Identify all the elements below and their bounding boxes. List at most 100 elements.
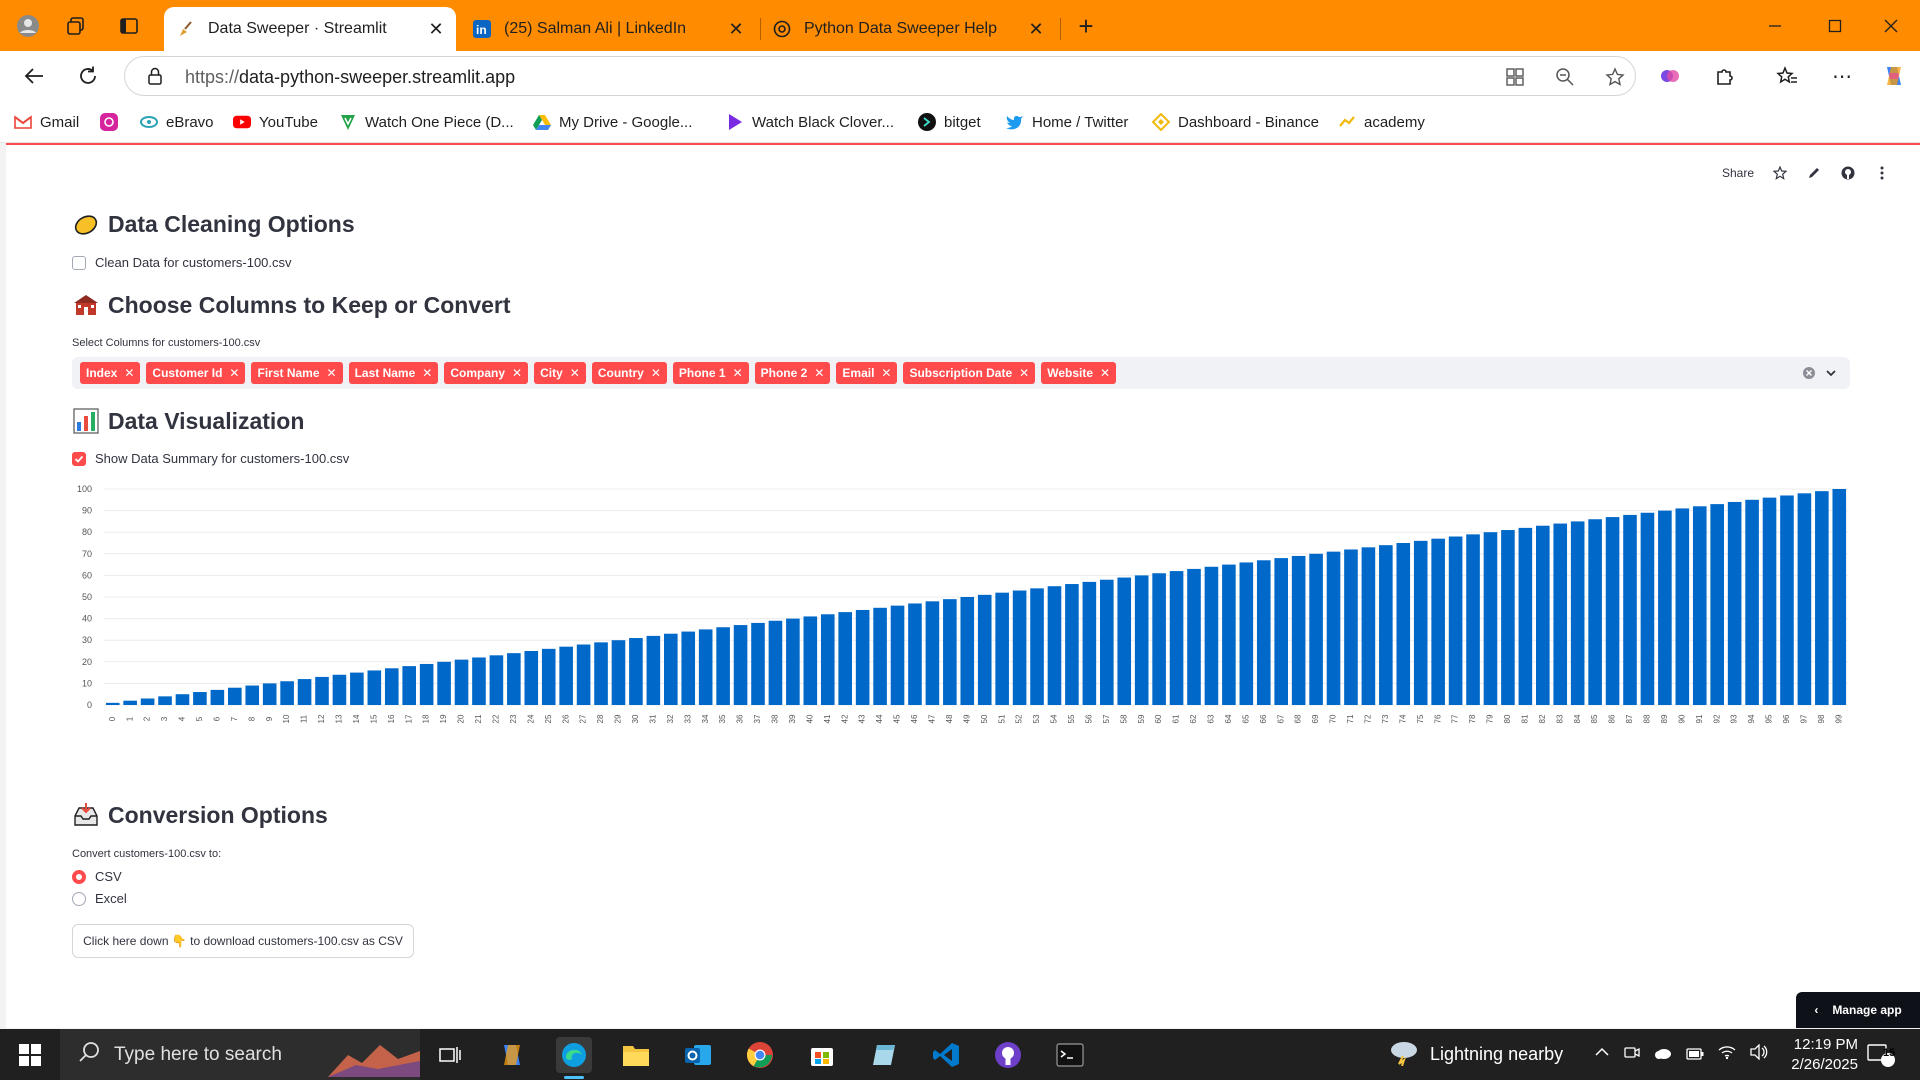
column-chip[interactable]: Customer Id ✕: [146, 362, 246, 384]
close-tab-icon[interactable]: ✕: [724, 17, 748, 41]
lock-icon[interactable]: [147, 67, 163, 90]
task-view-icon[interactable]: [432, 1037, 468, 1073]
radio-selected-icon[interactable]: [72, 869, 86, 884]
favorites-icon[interactable]: [1771, 60, 1803, 92]
more-menu-icon[interactable]: ⋯: [1826, 60, 1858, 92]
radio-unselected-icon[interactable]: [72, 891, 86, 906]
chevron-down-icon[interactable]: [1824, 366, 1838, 380]
tab-actions-icon[interactable]: [117, 14, 141, 38]
back-icon[interactable]: [18, 60, 50, 92]
app-available-icon[interactable]: [1503, 65, 1527, 89]
remove-chip-icon[interactable]: ✕: [512, 366, 522, 380]
bookmark-ebravo[interactable]: eBravo: [140, 111, 214, 133]
refresh-icon[interactable]: [72, 60, 104, 92]
wifi-icon[interactable]: [1718, 1044, 1736, 1065]
notes-app-icon[interactable]: [866, 1037, 902, 1073]
close-tab-icon[interactable]: ✕: [1024, 17, 1048, 41]
address-bar[interactable]: https://data-python-sweeper.streamlit.ap…: [124, 56, 1636, 96]
show-summary-checkbox[interactable]: Show Data Summary for customers-100.csv: [72, 451, 349, 466]
chevron-up-icon[interactable]: [1594, 1044, 1610, 1065]
star-icon[interactable]: [1772, 165, 1788, 181]
share-button[interactable]: Share: [1722, 166, 1754, 180]
notification-center-icon[interactable]: 15: [1866, 1029, 1896, 1080]
bookmark-black-clover[interactable]: Watch Black Clover...: [726, 111, 894, 133]
remove-chip-icon[interactable]: ✕: [881, 366, 891, 380]
radio-option-excel[interactable]: Excel: [72, 891, 127, 906]
file-explorer-icon[interactable]: [618, 1037, 654, 1073]
remove-chip-icon[interactable]: ✕: [570, 366, 580, 380]
radio-option-csv[interactable]: CSV: [72, 869, 122, 884]
column-chip[interactable]: Subscription Date ✕: [903, 362, 1036, 384]
taskbar-search-box[interactable]: Type here to search: [60, 1029, 420, 1080]
outlook-icon[interactable]: [680, 1037, 716, 1073]
column-chip[interactable]: Last Name ✕: [348, 362, 439, 384]
zoom-icon[interactable]: [1553, 65, 1577, 89]
terminal-icon[interactable]: [1052, 1037, 1088, 1073]
battery-icon[interactable]: [1686, 1044, 1704, 1065]
bookmark-instagram[interactable]: [100, 111, 126, 133]
download-button[interactable]: Click here down 👇 to download customers-…: [72, 924, 414, 958]
github-icon[interactable]: [1840, 165, 1856, 181]
remove-chip-icon[interactable]: ✕: [814, 366, 824, 380]
column-chip[interactable]: City ✕: [534, 362, 586, 384]
copilot-taskbar-icon[interactable]: [494, 1037, 530, 1073]
column-chip[interactable]: First Name ✕: [251, 362, 343, 384]
copilot-brain-icon[interactable]: [1654, 60, 1686, 92]
bookmark-binance[interactable]: Dashboard - Binance: [1152, 111, 1319, 133]
checkbox-box[interactable]: [72, 255, 86, 270]
maximize-button[interactable]: [1812, 10, 1858, 42]
volume-icon[interactable]: [1750, 1043, 1768, 1065]
workspaces-icon[interactable]: [64, 14, 88, 38]
new-tab-icon[interactable]: +: [1074, 11, 1098, 41]
tab-linkedin[interactable]: in (25) Salman Ali | LinkedIn ✕: [460, 7, 756, 51]
kebab-menu-icon[interactable]: [1874, 165, 1890, 181]
column-chip[interactable]: Phone 1 ✕: [672, 362, 749, 384]
url-text[interactable]: https://data-python-sweeper.streamlit.ap…: [185, 67, 515, 88]
close-tab-icon[interactable]: ✕: [424, 17, 448, 41]
column-chip[interactable]: Website ✕: [1041, 362, 1117, 384]
checkbox-box-checked[interactable]: [72, 451, 86, 466]
profile-icon[interactable]: [16, 14, 40, 38]
columns-multiselect[interactable]: Index ✕ Customer Id ✕ First Name ✕ Last Name ✕ C…: [72, 357, 1850, 389]
copilot-icon[interactable]: [1878, 60, 1910, 92]
bookmark-one-piece[interactable]: Watch One Piece (D...: [339, 111, 514, 133]
remove-chip-icon[interactable]: ✕: [651, 366, 661, 380]
weather-widget[interactable]: Lightning nearby: [1388, 1029, 1563, 1080]
bookmark-google-drive[interactable]: My Drive - Google...: [533, 111, 692, 133]
remove-chip-icon[interactable]: ✕: [327, 366, 337, 380]
bookmark-bitget[interactable]: bitget: [918, 111, 981, 133]
column-chip[interactable]: Phone 2 ✕: [754, 362, 831, 384]
clear-all-icon[interactable]: [1802, 366, 1816, 380]
windows-start-icon[interactable]: [12, 1037, 48, 1073]
remove-chip-icon[interactable]: ✕: [1019, 366, 1029, 380]
remove-chip-icon[interactable]: ✕: [1100, 366, 1110, 380]
edit-pencil-icon[interactable]: [1806, 165, 1822, 181]
bookmark-academy[interactable]: academy: [1338, 111, 1425, 133]
clean-data-checkbox[interactable]: Clean Data for customers-100.csv: [72, 255, 292, 270]
tab-data-sweeper[interactable]: Data Sweeper · Streamlit ✕: [164, 7, 456, 51]
minimize-button[interactable]: [1752, 10, 1798, 42]
column-chip[interactable]: Country ✕: [591, 362, 667, 384]
favorite-star-icon[interactable]: [1603, 65, 1627, 89]
remove-chip-icon[interactable]: ✕: [733, 366, 743, 380]
remove-chip-icon[interactable]: ✕: [422, 366, 432, 380]
bookmark-gmail[interactable]: Gmail: [14, 111, 79, 133]
edge-taskbar-icon[interactable]: [556, 1037, 592, 1079]
tab-python-help[interactable]: Python Data Sweeper Help ✕: [760, 7, 1056, 51]
column-chip[interactable]: Email ✕: [836, 362, 898, 384]
clock[interactable]: 12:19 PM 2/26/2025: [1791, 1035, 1858, 1075]
bookmark-twitter[interactable]: Home / Twitter: [1006, 111, 1128, 133]
github-desktop-icon[interactable]: [990, 1037, 1026, 1073]
microsoft-store-icon[interactable]: [804, 1037, 840, 1073]
chrome-icon[interactable]: [742, 1037, 778, 1073]
vscode-icon[interactable]: [928, 1037, 964, 1073]
close-window-button[interactable]: [1868, 10, 1914, 42]
onedrive-icon[interactable]: [1654, 1044, 1672, 1065]
manage-app-button[interactable]: ‹ Manage app: [1796, 992, 1920, 1028]
bookmark-youtube[interactable]: YouTube: [233, 111, 318, 133]
meet-now-icon[interactable]: [1624, 1044, 1640, 1065]
remove-chip-icon[interactable]: ✕: [124, 366, 134, 380]
remove-chip-icon[interactable]: ✕: [229, 366, 239, 380]
column-chip[interactable]: Index ✕: [80, 362, 141, 384]
column-chip[interactable]: Company ✕: [444, 362, 529, 384]
